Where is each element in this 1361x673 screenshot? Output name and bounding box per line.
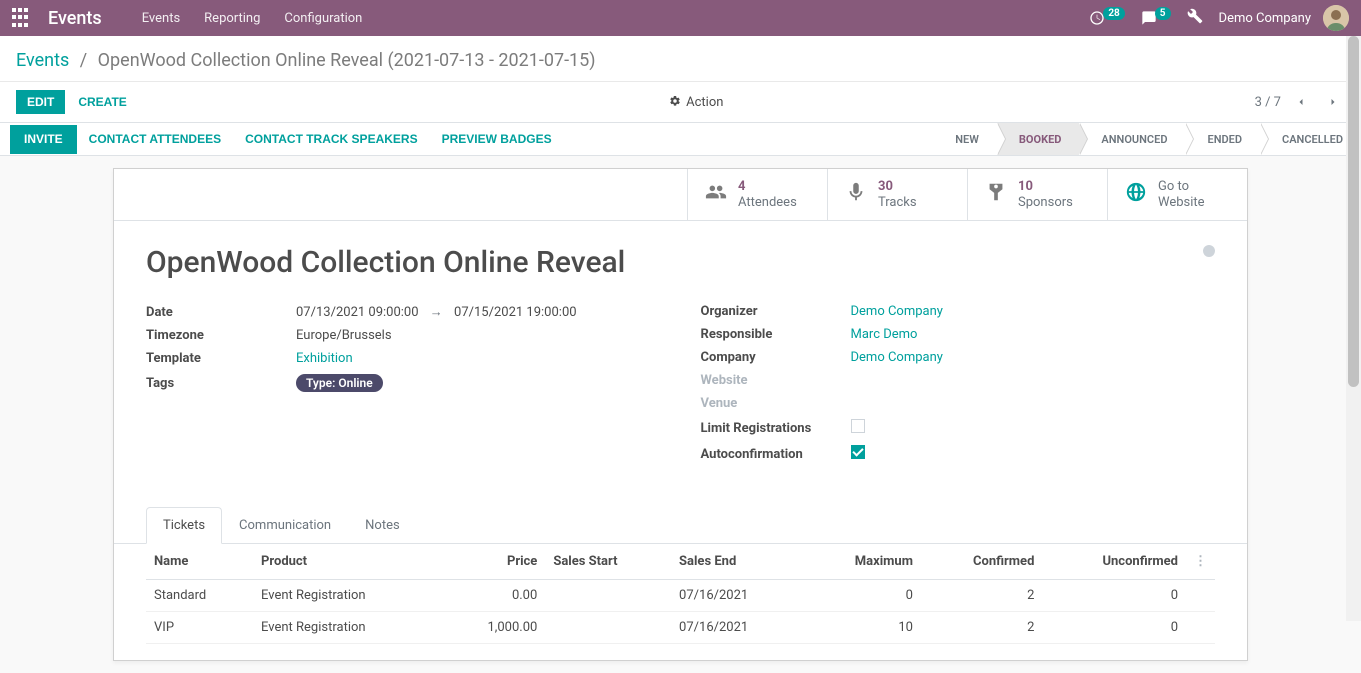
template-label: Template [146,351,296,366]
tags-label: Tags [146,376,296,391]
tab-communication[interactable]: Communication [222,507,348,544]
tab-tickets[interactable]: Tickets [146,507,222,544]
breadcrumb-current: OpenWood Collection Online Reveal (2021-… [98,50,596,71]
breadcrumb-parent[interactable]: Events [16,50,69,71]
col-maximum: Maximum [805,544,921,580]
pager-prev-icon[interactable] [1289,90,1313,114]
statusbar-row: INVITE CONTACT ATTENDEES CONTACT TRACK S… [0,123,1361,156]
table-row[interactable]: Standard Event Registration 0.00 07/16/2… [146,580,1215,612]
attendees-icon [704,181,728,208]
date-start: 07/13/2021 09:00:00 [296,305,419,320]
autoconfirmation-checkbox[interactable] [851,445,865,459]
col-name: Name [146,544,253,580]
apps-icon[interactable] [12,8,32,28]
stage-booked[interactable]: BOOKED [997,123,1080,155]
discuss-icon[interactable]: 5 [1141,10,1171,26]
arrow-icon: → [430,305,443,320]
breadcrumb-bar: Events / OpenWood Collection Online Reve… [0,36,1361,82]
activity-badge: 28 [1103,7,1124,20]
breadcrumb: Events / OpenWood Collection Online Reve… [16,50,1345,71]
col-price: Price [442,544,545,580]
col-actions-icon[interactable]: ⋮ [1186,544,1215,580]
col-confirmed: Confirmed [921,544,1042,580]
limit-registrations-label: Limit Registrations [701,421,851,436]
stat-attendees[interactable]: 4 Attendees [687,169,827,220]
tabs: Tickets Communication Notes [114,507,1247,544]
stage-announced[interactable]: ANNOUNCED [1079,123,1185,155]
col-product: Product [253,544,442,580]
preview-badges-button[interactable]: PREVIEW BADGES [430,123,564,156]
tracks-icon [844,181,868,208]
tab-notes[interactable]: Notes [348,507,417,544]
stat-sponsors[interactable]: 10 Sponsors [967,169,1107,220]
contact-attendees-button[interactable]: CONTACT ATTENDEES [77,123,233,156]
stage-ended[interactable]: ENDED [1185,123,1260,155]
date-label: Date [146,305,296,320]
create-button[interactable]: CREATE [67,90,137,114]
limit-registrations-checkbox[interactable] [851,419,865,433]
responsible-value[interactable]: Marc Demo [851,327,918,342]
col-sales-start: Sales Start [545,544,671,580]
col-unconfirmed: Unconfirmed [1042,544,1186,580]
website-label: Website [701,373,851,388]
pager-count[interactable]: 3 / 7 [1255,95,1281,110]
col-sales-end: Sales End [671,544,805,580]
autoconfirmation-label: Autoconfirmation [701,447,851,462]
nav-configuration[interactable]: Configuration [284,11,362,26]
stage-new[interactable]: NEW [933,123,997,155]
stat-tracks[interactable]: 30 Tracks [827,169,967,220]
organizer-label: Organizer [701,304,851,319]
company-name[interactable]: Demo Company [1219,11,1311,26]
scrollbar[interactable] [1346,36,1361,621]
venue-label: Venue [701,396,851,411]
invite-button[interactable]: INVITE [10,125,77,154]
company-label: Company [701,350,851,365]
event-title: OpenWood Collection Online Reveal [146,245,1215,280]
nav-events[interactable]: Events [142,11,180,26]
brand-title: Events [48,8,102,29]
organizer-value[interactable]: Demo Company [851,304,943,319]
contact-speakers-button[interactable]: CONTACT TRACK SPEAKERS [233,123,429,156]
stat-buttons: 4 Attendees 30 Tracks 10 Spo [114,169,1247,221]
responsible-label: Responsible [701,327,851,342]
activity-icon[interactable]: 28 [1089,10,1124,26]
sponsors-icon [984,181,1008,208]
action-menu[interactable]: Action [669,95,724,110]
template-value[interactable]: Exhibition [296,351,353,366]
date-end: 07/15/2021 19:00:00 [454,305,577,320]
tickets-table: Name Product Price Sales Start Sales End… [146,544,1215,644]
timezone-value: Europe/Brussels [296,328,392,343]
user-avatar[interactable] [1323,5,1349,31]
statusbar: NEW BOOKED ANNOUNCED ENDED CANCELLED [933,123,1361,155]
company-value[interactable]: Demo Company [851,350,943,365]
table-row[interactable]: VIP Event Registration 1,000.00 07/16/20… [146,612,1215,644]
edit-button[interactable]: EDIT [16,90,65,114]
control-row: EDIT CREATE Action 3 / 7 [0,82,1361,123]
scrollbar-thumb[interactable] [1348,36,1359,387]
form-sheet: 4 Attendees 30 Tracks 10 Spo [113,168,1248,661]
topbar: Events Events Reporting Configuration 28… [0,0,1361,36]
stat-website[interactable]: Go to Website [1107,169,1247,220]
nav-reporting[interactable]: Reporting [204,11,260,26]
developer-tools-icon[interactable] [1187,8,1203,28]
discuss-badge: 5 [1155,7,1171,20]
globe-icon [1124,181,1148,208]
pager-next-icon[interactable] [1321,90,1345,114]
timezone-label: Timezone [146,328,296,343]
tag-online: Type: Online [296,374,383,392]
